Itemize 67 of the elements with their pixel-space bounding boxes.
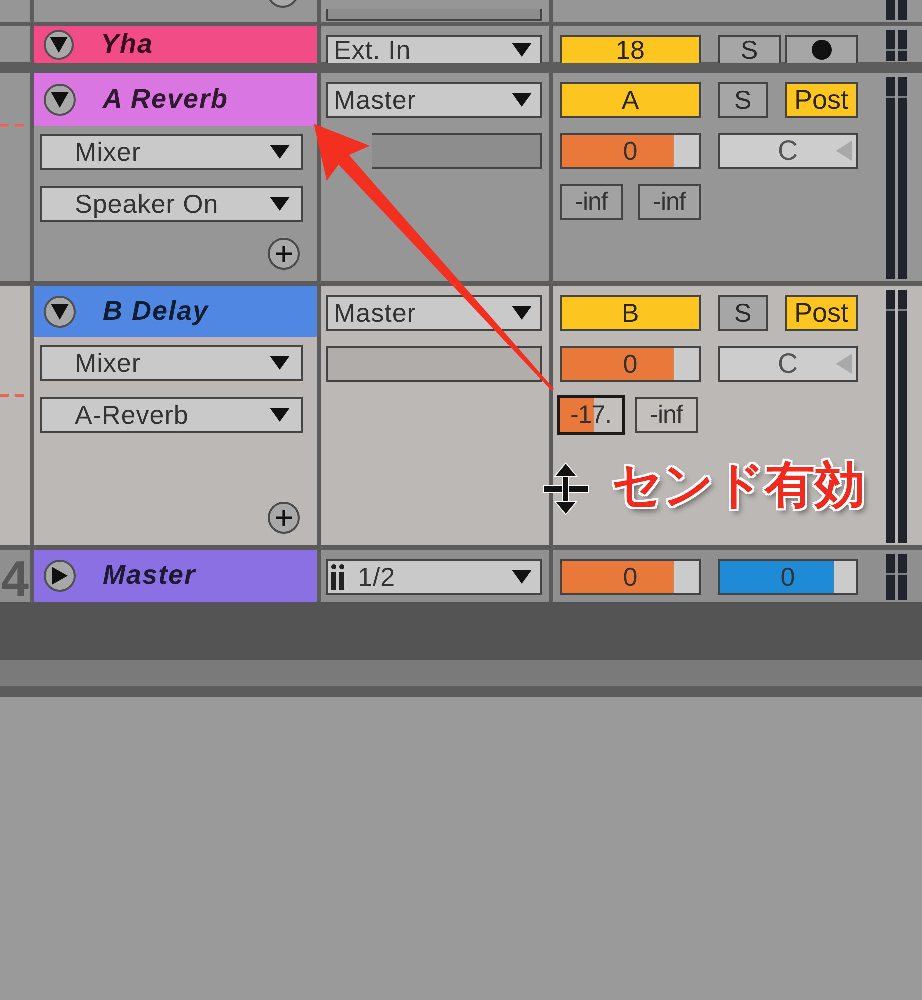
expand-button[interactable] [44,30,74,60]
add-button[interactable] [268,238,300,270]
pan-field[interactable]: C [718,133,858,169]
record-dot-icon [812,40,832,60]
track-header[interactable]: Yha [34,26,317,63]
caret-down-icon [50,37,68,53]
track-name: B Delay [103,296,210,326]
expand-button[interactable] [44,560,76,592]
level-meter-drawing [886,554,907,600]
solo-button[interactable]: S [718,82,768,118]
device-dropdown[interactable]: Mixer [40,345,303,381]
input-field[interactable] [372,133,542,169]
post-button[interactable]: Post [785,82,858,118]
track-name: Yha [101,30,154,60]
caret-icon [270,408,290,422]
level-meter-drawing [886,0,907,20]
add-button[interactable] [268,502,300,534]
stereo-icon [331,564,345,590]
pan-field[interactable]: C [718,346,858,382]
solo-button[interactable]: S [718,35,781,63]
caret-down-icon [51,92,69,108]
expand-button[interactable] [44,296,76,328]
track-name: Master [103,561,196,591]
track-name: A Reverb [103,84,229,114]
caret-icon [512,43,532,57]
triangle-marker-icon [836,354,852,374]
caret-icon [512,570,532,584]
caret-icon [270,197,290,211]
device-dropdown[interactable]: A-Reverb [40,397,303,433]
track-activator-button[interactable]: 18 [560,35,701,63]
annotation-text: センド有効 [612,455,865,515]
solo-button[interactable]: S [718,295,768,331]
caret-icon [512,93,532,107]
track-header[interactable]: A Reverb [34,73,317,126]
resize-cursor-icon [542,463,590,515]
device-dropdown[interactable]: Mixer [40,134,303,170]
plus-icon [276,510,292,526]
cue-volume-slider[interactable]: 0 [718,559,858,595]
volume-slider[interactable]: 0 [560,559,701,595]
row-number: 4 [1,554,29,602]
input-field[interactable] [326,346,542,382]
output-dropdown[interactable]: Ext. In [326,35,542,63]
track-header[interactable]: Master [34,550,317,602]
track-activator-button[interactable]: A [560,82,701,118]
volume-slider[interactable]: 0 [560,346,701,382]
channel-dropdown[interactable]: 1/2 [326,559,542,595]
device-dropdown[interactable]: Speaker On [40,186,303,222]
track-header[interactable]: B Delay [34,286,317,337]
caret-down-icon [51,304,69,320]
plus-icon [276,246,292,262]
caret-icon [270,356,290,370]
expand-button[interactable] [44,84,76,116]
output-dropdown[interactable]: Master [326,82,542,118]
send-field[interactable]: -inf [635,397,698,433]
arm-button[interactable] [785,35,858,63]
send-field[interactable]: -inf [560,184,623,220]
track-activator-button[interactable]: B [560,295,701,331]
caret-right-icon [52,567,68,585]
volume-slider[interactable]: 0 [560,133,701,169]
send-field[interactable]: -inf [638,184,701,220]
input-field[interactable] [326,9,542,21]
caret-icon [512,306,532,320]
triangle-marker-icon [836,141,852,161]
level-meter-drawing [886,30,907,61]
caret-icon [270,145,290,159]
post-button[interactable]: Post [785,295,858,331]
output-dropdown[interactable]: Master [326,295,542,331]
